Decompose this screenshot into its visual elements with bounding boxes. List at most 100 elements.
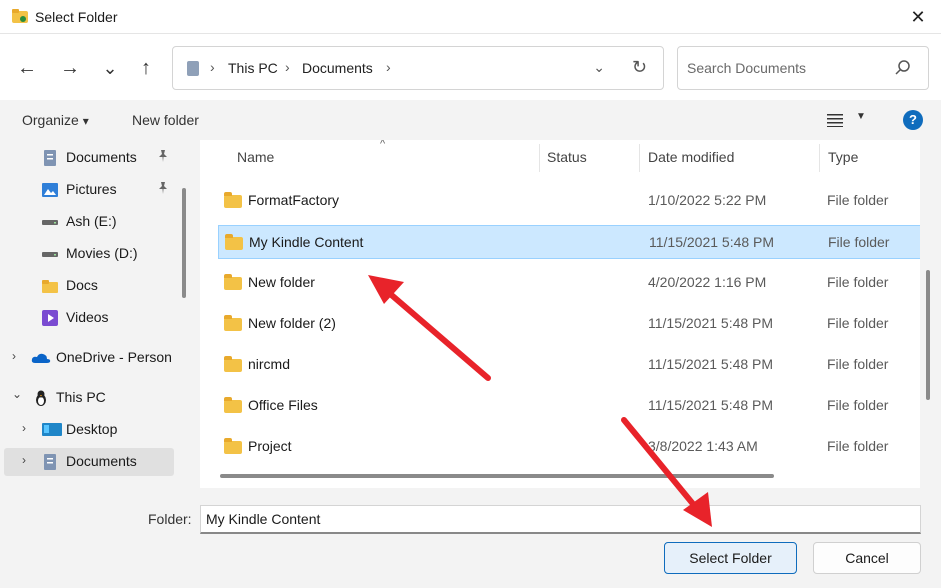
file-type: File folder [828,234,890,250]
table-row[interactable]: Office Files 11/15/2021 5:48 PM File fol… [218,389,920,423]
search-box[interactable] [677,46,929,90]
horizontal-scrollbar[interactable] [220,474,774,478]
this-pc-icon [36,390,46,406]
arrow-up-icon: ↑ [141,56,151,79]
file-date: 11/15/2021 5:48 PM [648,397,774,413]
column-header-status[interactable]: Status [547,149,587,165]
arrow-left-icon: ← [17,56,37,79]
file-name: My Kindle Content [249,234,364,250]
column-divider[interactable] [639,144,640,172]
sidebar-item-this-pc[interactable]: ⌄ This PC [4,384,174,412]
pin-icon[interactable] [157,182,169,197]
address-bar[interactable]: › This PC › Documents › ⌄ ↻ [172,46,664,90]
file-date: 1/10/2022 5:22 PM [648,192,767,208]
table-row[interactable]: New folder (2) 11/15/2021 5:48 PM File f… [218,307,920,341]
file-type: File folder [827,315,889,331]
table-row[interactable]: Project 3/8/2022 1:43 AM File folder [218,430,920,464]
sidebar-item-desktop[interactable]: › Desktop [4,416,174,444]
file-type: File folder [827,438,889,454]
table-row[interactable]: New folder 4/20/2022 1:16 PM File folder [218,266,920,300]
breadcrumb-documents[interactable]: Documents [302,60,373,76]
select-folder-button[interactable]: Select Folder [664,542,797,574]
table-row-selected[interactable]: My Kindle Content 11/15/2021 5:48 PM Fil… [218,225,920,259]
organize-menu[interactable]: Organize ▾ [22,112,89,128]
folder-icon [224,397,242,413]
chevron-down-icon[interactable]: ⌄ [12,387,22,401]
file-date: 11/15/2021 5:48 PM [648,315,774,331]
onedrive-icon [31,353,51,363]
caret-down-icon: ▾ [82,114,89,128]
file-type: File folder [827,356,889,372]
file-name: New folder (2) [248,315,336,331]
file-list: ^ Name Status Date modified Type FormatF… [200,140,920,488]
sidebar-item-ash-drive[interactable]: Ash (E:) [4,208,174,236]
folder-name-input[interactable] [200,505,921,534]
table-row[interactable]: nircmd 11/15/2021 5:48 PM File folder [218,348,920,382]
folder-icon [224,192,242,208]
file-type: File folder [827,274,889,290]
column-divider[interactable] [819,144,820,172]
document-icon [44,150,56,166]
sidebar-item-label: Documents [66,453,137,469]
column-header-name[interactable]: Name [237,149,274,165]
desktop-icon [42,423,62,436]
search-input[interactable] [687,57,887,79]
sidebar-scrollbar[interactable] [182,188,186,298]
sidebar-item-documents[interactable]: Documents [4,144,174,172]
folder-field-label: Folder: [148,511,192,527]
document-icon [44,454,56,470]
chevron-right-icon[interactable]: › [22,453,26,467]
file-date: 11/15/2021 5:48 PM [649,234,775,250]
sidebar-item-label: Desktop [66,421,118,437]
cancel-button[interactable]: Cancel [813,542,921,574]
breadcrumb-this-pc[interactable]: This PC [228,60,278,76]
sidebar-item-documents-thispc[interactable]: › Documents [4,448,174,476]
drive-icon [42,252,58,257]
sidebar-item-label: Ash (E:) [66,213,117,229]
folder-icon [224,315,242,331]
column-divider[interactable] [539,144,540,172]
folder-icon [224,356,242,372]
pin-icon[interactable] [157,150,169,165]
navigation-pane: Documents Pictures Ash (E:) Movies (D:) … [0,140,190,488]
file-date: 3/8/2022 1:43 AM [648,438,758,454]
videos-icon [42,310,58,326]
column-header-type[interactable]: Type [828,149,858,165]
sidebar-item-onedrive[interactable]: › OneDrive - Person [4,344,174,372]
sort-ascending-icon: ^ [380,140,386,150]
sidebar-item-label: OneDrive - Person [56,349,172,365]
close-button[interactable]: ✕ [895,0,941,34]
search-icon[interactable] [894,59,912,77]
forward-button[interactable]: → [56,54,84,82]
refresh-icon[interactable]: ↻ [632,57,647,78]
folder-icon [42,280,58,293]
file-name: FormatFactory [248,192,340,208]
chevron-down-icon: ⌄ [102,57,118,78]
view-options-caret-icon[interactable]: ▼ [856,111,866,122]
title-bar: Select Folder ✕ [0,0,941,34]
address-dropdown-icon[interactable]: ⌄ [593,59,605,76]
new-folder-button[interactable]: New folder [132,112,199,128]
table-row[interactable]: FormatFactory 1/10/2022 5:22 PM File fol… [218,184,920,218]
breadcrumb-separator-icon: › [285,59,290,75]
help-icon[interactable]: ? [903,110,923,130]
recent-locations-button[interactable]: ⌄ [96,54,124,82]
sidebar-item-movies-drive[interactable]: Movies (D:) [4,240,174,268]
back-button[interactable]: ← [13,54,41,82]
sidebar-item-label: This PC [56,389,106,405]
organize-label: Organize [22,112,79,128]
sidebar-item-videos[interactable]: Videos [4,304,174,332]
pictures-icon [42,183,58,197]
sidebar-item-label: Documents [66,149,137,165]
sidebar-item-pictures[interactable]: Pictures [4,176,174,204]
close-icon: ✕ [910,6,926,27]
sidebar-item-label: Movies (D:) [66,245,138,261]
up-button[interactable]: ↑ [132,54,160,82]
view-list-icon[interactable] [827,113,843,127]
sidebar-item-docs[interactable]: Docs [4,272,174,300]
chevron-right-icon[interactable]: › [12,349,16,363]
folder-icon [225,234,243,250]
chevron-right-icon[interactable]: › [22,421,26,435]
vertical-scrollbar[interactable] [926,270,930,400]
column-header-date-modified[interactable]: Date modified [648,149,734,165]
